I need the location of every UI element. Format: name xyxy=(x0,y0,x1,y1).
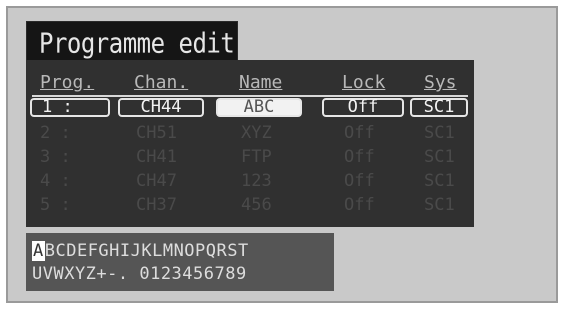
header-prog: Prog. xyxy=(40,72,95,93)
table-row[interactable]: 2 : CH51 XYZ Off SC1 xyxy=(26,123,474,143)
lock-cell: Off xyxy=(344,123,375,143)
prog-cell: 3 : xyxy=(40,147,71,167)
header-chan: Chan. xyxy=(134,72,189,93)
lock-cell[interactable]: Off xyxy=(322,98,404,117)
chan-cell: CH47 xyxy=(136,171,177,191)
title-tab: Programme edit xyxy=(26,21,238,61)
charset-line-1[interactable]: ABCDEFGHIJKLMNOPQRST xyxy=(32,241,249,261)
chan-cell[interactable]: CH44 xyxy=(118,98,204,117)
chan-cell: CH41 xyxy=(136,147,177,167)
header-lock: Lock xyxy=(342,72,386,93)
prog-cell: 5 : xyxy=(40,195,71,215)
header-name: Name xyxy=(239,72,283,93)
header-sys: Sys xyxy=(424,72,457,93)
sys-cell: SC1 xyxy=(424,123,455,143)
sys-cell[interactable]: SC1 xyxy=(410,98,468,117)
table-row[interactable]: 4 : CH47 123 Off SC1 xyxy=(26,171,474,191)
page-title: Programme edit xyxy=(39,27,235,60)
name-cell: 456 xyxy=(241,195,272,215)
table-header: Prog. Chan. Name Lock Sys xyxy=(26,72,474,94)
table-row[interactable]: 3 : CH41 FTP Off SC1 xyxy=(26,147,474,167)
name-cell: XYZ xyxy=(241,123,272,143)
name-cell: 123 xyxy=(241,171,272,191)
name-cell[interactable]: ABC xyxy=(216,98,302,117)
prog-cell: 4 : xyxy=(40,171,71,191)
table-row-selected[interactable]: 1 : CH44 ABC Off SC1 xyxy=(26,98,474,118)
lock-cell: Off xyxy=(344,195,375,215)
name-cell: FTP xyxy=(241,147,272,167)
sys-cell: SC1 xyxy=(424,195,455,215)
chan-cell: CH51 xyxy=(136,123,177,143)
chan-cell: CH37 xyxy=(136,195,177,215)
lock-cell: Off xyxy=(344,147,375,167)
charset-line-1-rest[interactable]: BCDEFGHIJKLMNOPQRST xyxy=(45,241,249,261)
sys-cell: SC1 xyxy=(424,147,455,167)
sys-cell: SC1 xyxy=(424,171,455,191)
charset-line-2[interactable]: UVWXYZ+-. 0123456789 xyxy=(32,264,247,284)
table-row[interactable]: 5 : CH37 456 Off SC1 xyxy=(26,195,474,215)
prog-cell[interactable]: 1 : xyxy=(30,98,110,117)
character-selector[interactable]: ABCDEFGHIJKLMNOPQRST UVWXYZ+-. 012345678… xyxy=(26,233,334,291)
prog-cell: 2 : xyxy=(40,123,71,143)
programme-table: Prog. Chan. Name Lock Sys 1 : CH44 ABC O… xyxy=(26,60,474,227)
character-cursor[interactable]: A xyxy=(32,241,45,261)
lock-cell: Off xyxy=(344,171,375,191)
